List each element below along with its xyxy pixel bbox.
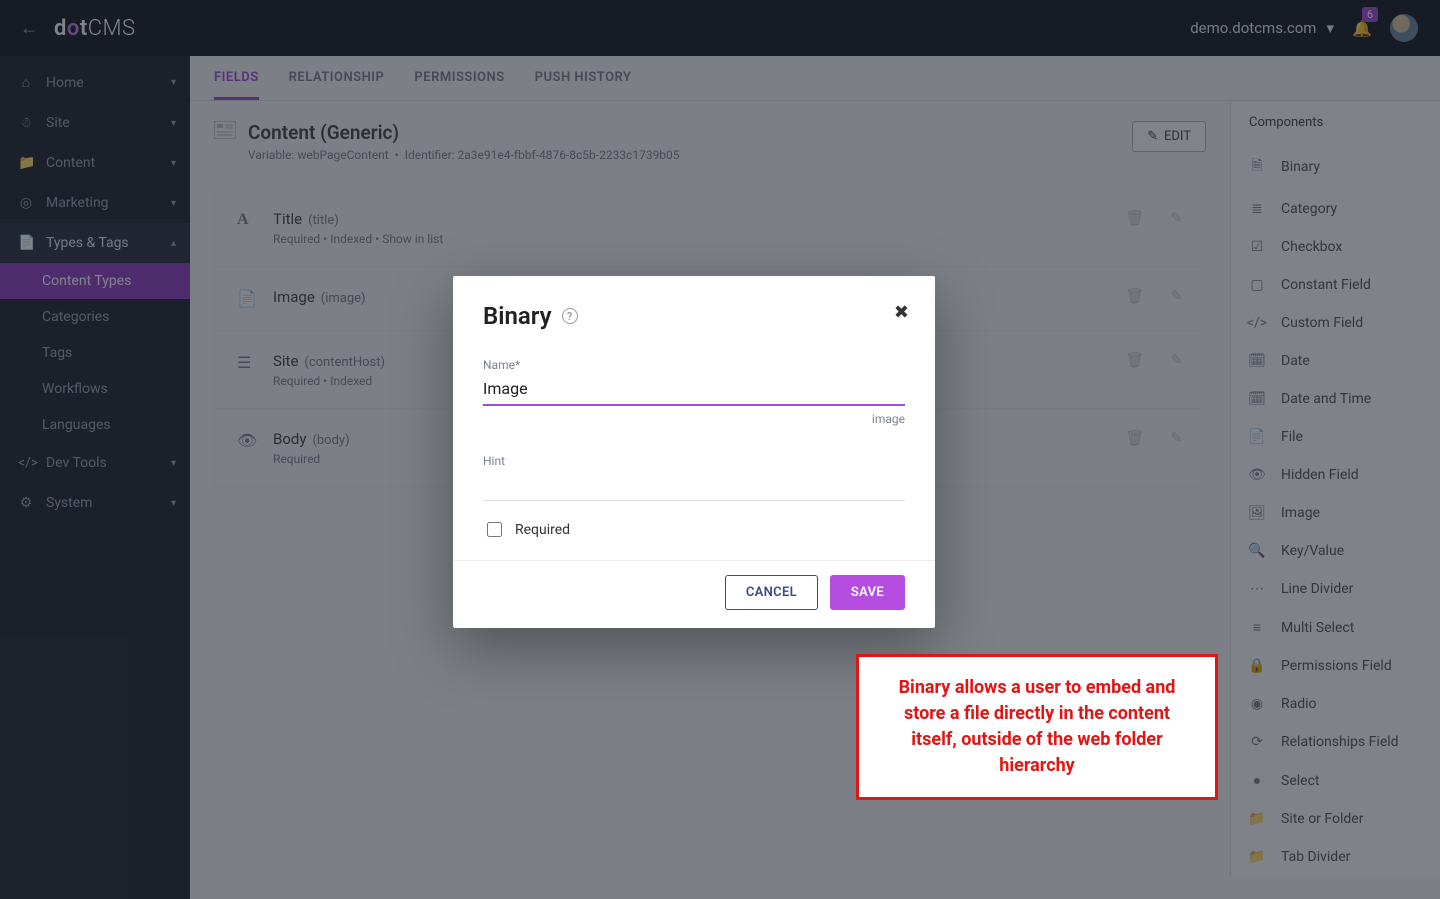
- help-icon[interactable]: ?: [562, 308, 578, 324]
- save-button[interactable]: SAVE: [830, 575, 905, 610]
- name-input[interactable]: [483, 373, 905, 406]
- hint-label: Hint: [483, 454, 505, 468]
- name-variable: image: [483, 412, 905, 426]
- hint-input[interactable]: [483, 469, 905, 501]
- binary-dialog: Binary ? ✖ Name* image Hint Required CAN…: [453, 276, 935, 628]
- dialog-title: Binary: [483, 302, 552, 330]
- name-label: Name*: [483, 358, 520, 372]
- required-checkbox[interactable]: [487, 522, 502, 537]
- close-icon[interactable]: ✖: [894, 302, 909, 323]
- cancel-button[interactable]: CANCEL: [725, 575, 818, 610]
- annotation-callout: Binary allows a user to embed and store …: [856, 654, 1218, 800]
- required-label: Required: [515, 522, 570, 538]
